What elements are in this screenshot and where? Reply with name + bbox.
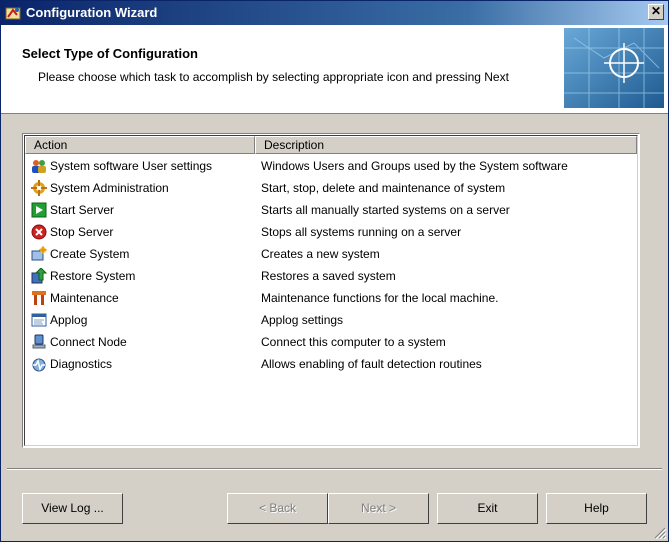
close-button[interactable]: ✕ xyxy=(648,4,664,20)
action-list-view[interactable]: Action Description System software User … xyxy=(22,133,640,448)
users-icon xyxy=(32,160,46,173)
title-bar[interactable]: Configuration Wizard ✕ xyxy=(1,1,668,25)
action-label: Diagnostics xyxy=(50,357,113,371)
column-header-action[interactable]: Action xyxy=(25,136,255,154)
action-label: Start Server xyxy=(50,203,115,217)
maintenance-icon xyxy=(32,291,46,305)
action-label: Stop Server xyxy=(50,225,114,239)
list-item[interactable]: System software User settings Windows Us… xyxy=(25,155,637,177)
stop-icon xyxy=(31,224,47,240)
list-item[interactable]: Maintenance Maintenance functions for th… xyxy=(25,287,637,309)
resize-grip-icon[interactable] xyxy=(654,527,666,539)
view-log-button[interactable]: View Log ... xyxy=(22,493,123,524)
system-admin-icon xyxy=(31,180,47,196)
action-description: Maintenance functions for the local mach… xyxy=(261,291,499,305)
help-button[interactable]: Help xyxy=(546,493,647,524)
action-description: Creates a new system xyxy=(261,247,380,261)
action-label: Create System xyxy=(50,247,130,261)
page-title: Select Type of Configuration xyxy=(22,46,198,61)
window-title: Configuration Wizard xyxy=(26,5,158,20)
diagnostics-icon xyxy=(32,358,46,372)
list-item[interactable]: Diagnostics Allows enabling of fault det… xyxy=(25,353,637,375)
action-label: System software User settings xyxy=(50,159,213,173)
restore-icon xyxy=(31,268,47,284)
list-item[interactable]: Connect Node Connect this computer to a … xyxy=(25,331,637,353)
list-item[interactable]: Create System Creates a new system xyxy=(25,243,637,265)
action-description: Connect this computer to a system xyxy=(261,335,446,349)
header-map-graphic-icon xyxy=(564,28,664,108)
action-description: Start, stop, delete and maintenance of s… xyxy=(261,181,506,195)
action-label: Restore System xyxy=(50,269,136,283)
list-item[interactable]: Start Server Starts all manually started… xyxy=(25,199,637,221)
wizard-app-icon xyxy=(5,7,21,20)
create-system-icon xyxy=(31,246,47,261)
list-item[interactable]: Stop Server Stops all systems running on… xyxy=(25,221,637,243)
action-label: System Administration xyxy=(50,181,169,195)
action-label: Connect Node xyxy=(50,335,127,349)
list-item[interactable]: Restore System Restores a saved system xyxy=(25,265,637,287)
wizard-header: Select Type of Configuration Please choo… xyxy=(1,25,668,114)
close-icon: ✕ xyxy=(650,4,662,18)
connect-node-icon xyxy=(32,334,46,349)
configuration-wizard-window: Configuration Wizard ✕ Select Type of Co… xyxy=(0,0,669,542)
play-icon xyxy=(31,202,47,218)
action-label: Maintenance xyxy=(50,291,119,305)
action-description: Starts all manually started systems on a… xyxy=(261,203,510,217)
action-label: Applog xyxy=(50,313,88,327)
action-description: Applog settings xyxy=(261,313,344,327)
action-description: Windows Users and Groups used by the Sys… xyxy=(261,159,568,173)
next-button[interactable]: Next > xyxy=(328,493,429,524)
exit-button[interactable]: Exit xyxy=(437,493,538,524)
action-description: Allows enabling of fault detection routi… xyxy=(261,357,482,371)
column-header-description[interactable]: Description xyxy=(255,136,637,154)
action-description: Restores a saved system xyxy=(261,269,396,283)
back-button[interactable]: < Back xyxy=(227,493,328,524)
list-item[interactable]: System Administration Start, stop, delet… xyxy=(25,177,637,199)
list-item[interactable]: Applog Applog settings xyxy=(25,309,637,331)
page-description: Please choose which task to accomplish b… xyxy=(38,70,509,84)
button-area-separator xyxy=(7,468,662,470)
action-description: Stops all systems running on a server xyxy=(261,225,462,239)
applog-icon xyxy=(31,313,47,327)
